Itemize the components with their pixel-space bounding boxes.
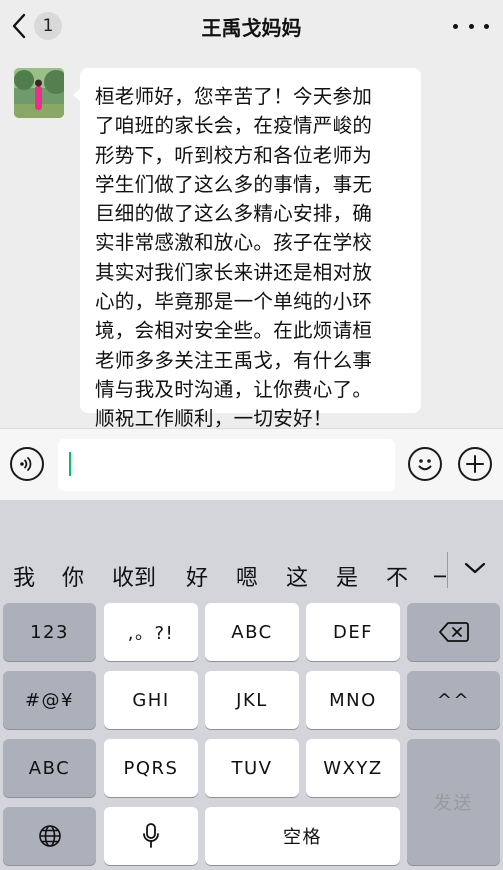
candidate-word[interactable]: 是 <box>336 560 358 592</box>
dictation-button[interactable] <box>104 807 198 865</box>
message-line: 学生们做了这么多的事情，事无 <box>95 172 373 196</box>
avatar[interactable] <box>14 68 64 118</box>
key-def[interactable]: DEF <box>306 603 400 661</box>
candidate-word[interactable]: 你 <box>62 560 84 592</box>
message-line: 老师多多关注王禹戈，有什么事 <box>95 348 373 372</box>
key-123[interactable]: 123 <box>3 603 96 661</box>
emoji-button[interactable] <box>408 447 442 481</box>
key-tuv[interactable]: TUV <box>205 739 299 797</box>
more-functions-button[interactable] <box>458 447 492 481</box>
chat-title: 王禹戈妈妈 <box>201 16 302 40</box>
plus-icon <box>466 455 484 473</box>
microphone-icon <box>143 823 159 848</box>
candidate-bar: 我 你 收到 好 嗯 这 是 不 一 <box>0 548 503 598</box>
candidate-word[interactable]: 不 <box>386 560 408 592</box>
key-wxyz[interactable]: WXYZ <box>306 739 400 797</box>
message-line: 形势下，听到校方和各位老师为 <box>95 143 373 167</box>
send-button[interactable]: 发送 <box>407 739 500 865</box>
candidate-divider <box>447 552 448 588</box>
message-line: 巨细的做了这么多精心安排，确 <box>95 202 373 226</box>
message-line: 心的，毕竟那是一个单纯的小环 <box>95 290 373 314</box>
chevron-down-icon <box>464 562 486 574</box>
key-emoticon[interactable]: ^^ <box>407 671 500 729</box>
dot-icon <box>468 23 474 29</box>
language-switch-button[interactable] <box>3 807 96 865</box>
chat-header: 1 王禹戈妈妈 <box>0 0 503 52</box>
message-line: 情与我及时沟通，让你费心了。 <box>95 377 373 401</box>
message-bubble[interactable]: 桓老师好，您辛苦了！今天参加 了咱班的家长会，在疫情严峻的 形势下，听到校方和各… <box>73 68 421 430</box>
key-jkl[interactable]: JKL <box>205 671 299 729</box>
message-input[interactable] <box>58 439 395 491</box>
text-cursor <box>69 452 71 476</box>
dot-icon <box>484 23 489 29</box>
message-line: 实非常感激和放心。孩子在学校 <box>95 231 373 255</box>
candidate-word[interactable]: 好 <box>186 560 208 592</box>
key-punctuation[interactable]: ,。?! <box>104 603 198 661</box>
avatar-photo-icon <box>14 68 64 118</box>
more-options-button[interactable] <box>453 12 489 40</box>
key-symbols[interactable]: #@¥ <box>3 671 96 729</box>
message-line: 了咱班的家长会，在疫情严峻的 <box>95 114 373 138</box>
smiley-icon <box>418 459 432 471</box>
message-line: 其实对我们家长来讲还是相对放 <box>95 260 373 284</box>
input-bar <box>0 428 503 500</box>
message-line: 境，会相对安全些。在此烦请桓 <box>95 319 373 343</box>
backspace-button[interactable] <box>407 603 500 661</box>
candidate-word[interactable]: 嗯 <box>236 560 258 592</box>
key-pqrs[interactable]: PQRS <box>104 739 198 797</box>
message-line: 桓老师好，您辛苦了！今天参加 <box>95 85 373 108</box>
candidate-word[interactable]: 我 <box>13 560 35 592</box>
candidate-word[interactable]: 这 <box>286 560 308 592</box>
candidate-word[interactable]: 收到 <box>112 560 156 592</box>
backspace-icon <box>438 622 469 642</box>
expand-candidates-button[interactable] <box>462 558 488 578</box>
dot-icon <box>453 23 458 29</box>
key-ghi[interactable]: GHI <box>104 671 198 729</box>
key-abc-switch[interactable]: ABC <box>3 739 96 797</box>
key-mno[interactable]: MNO <box>306 671 400 729</box>
voice-icon <box>20 457 32 471</box>
globe-icon <box>38 825 61 847</box>
space-key[interactable]: 空格 <box>205 807 400 865</box>
voice-input-button[interactable] <box>10 447 44 481</box>
chat-area[interactable]: 桓老师好，您辛苦了！今天参加 了咱班的家长会，在疫情严峻的 形势下，听到校方和各… <box>0 52 503 430</box>
candidate-word[interactable]: 一 <box>433 560 446 592</box>
key-abc[interactable]: ABC <box>205 603 299 661</box>
